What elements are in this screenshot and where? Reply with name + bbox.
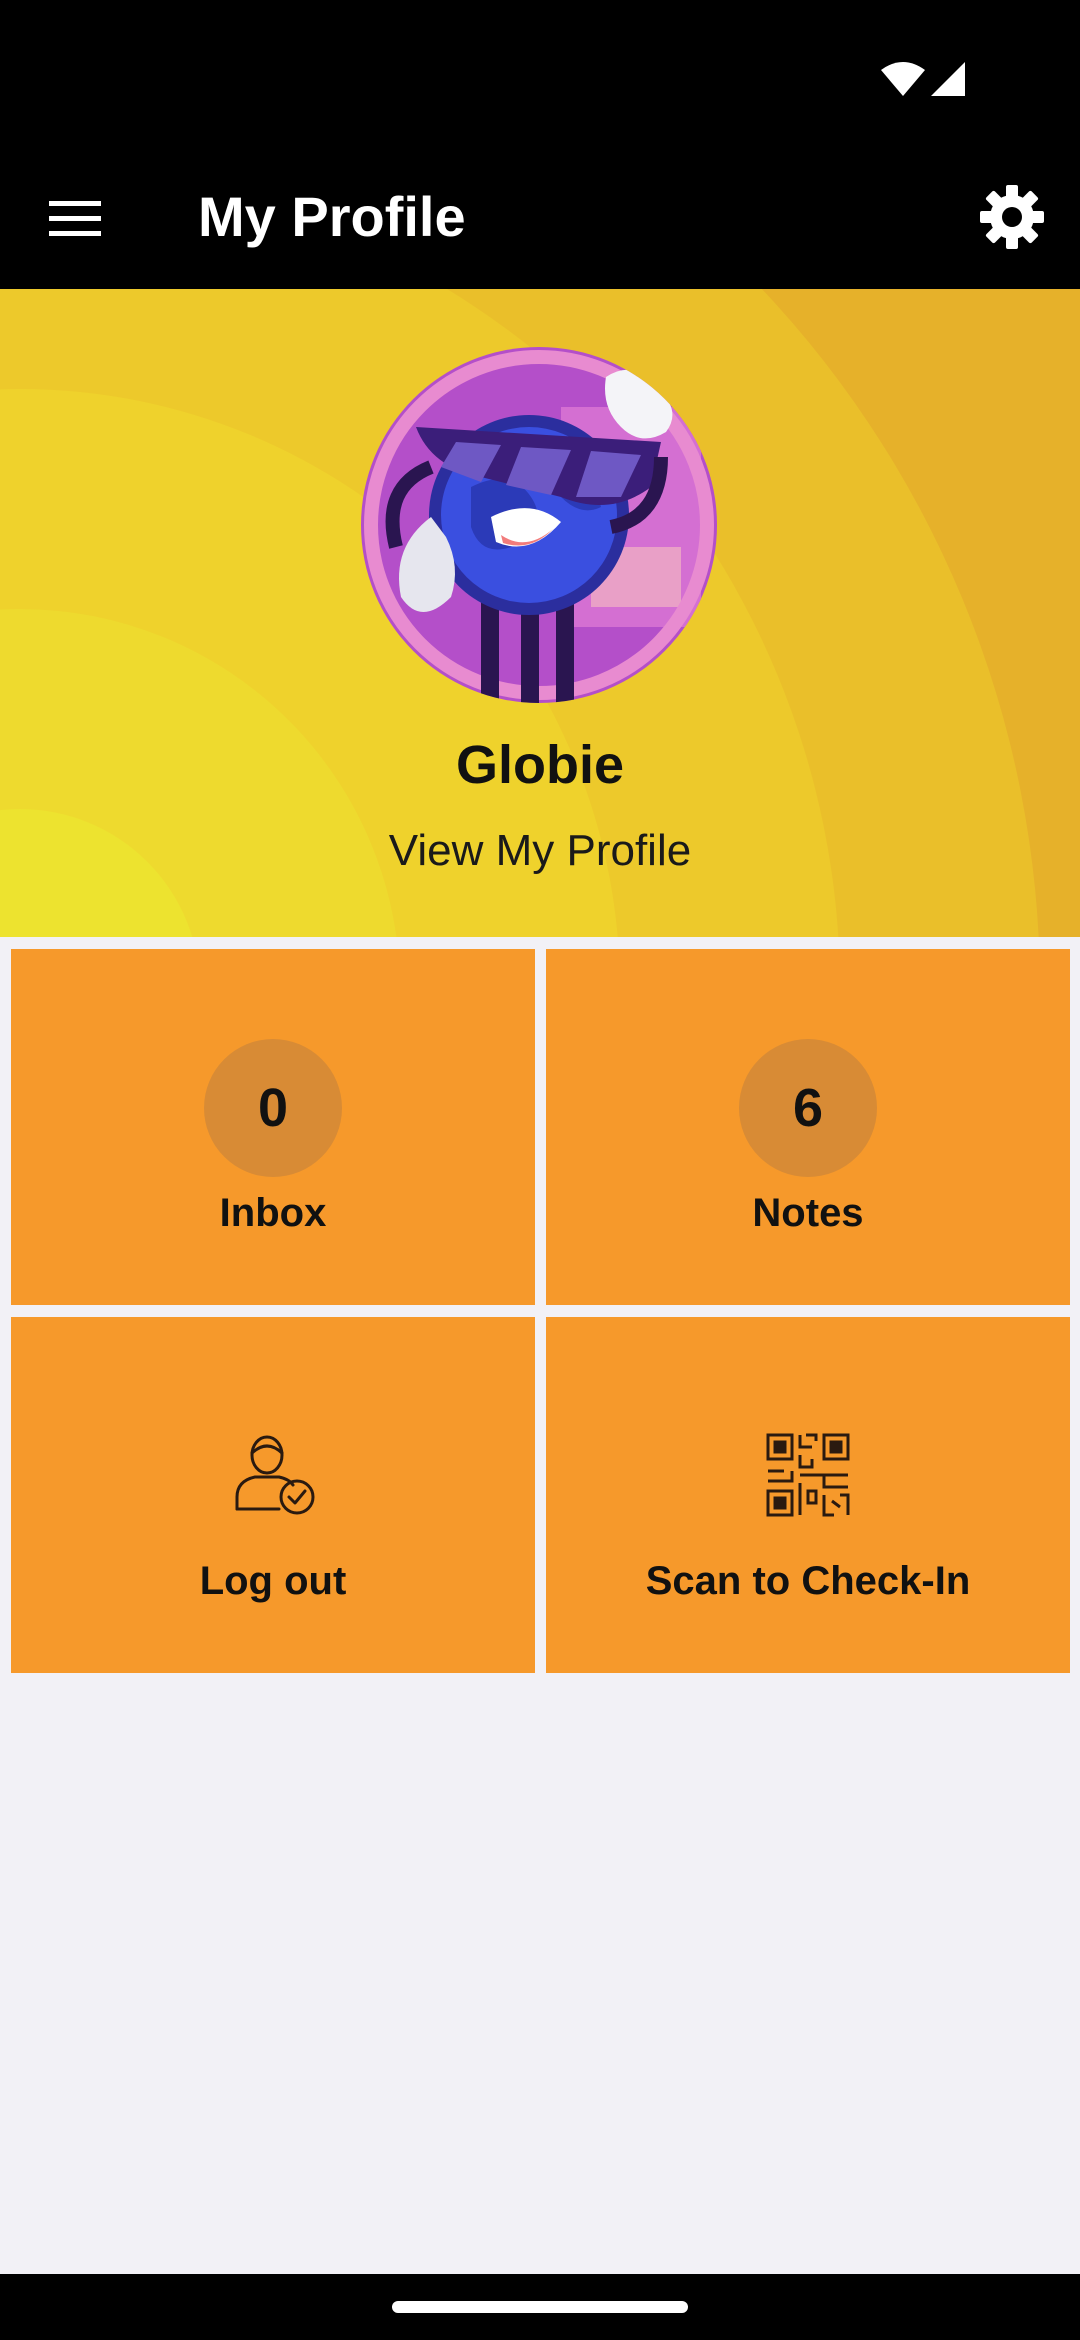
profile-banner: Globie View My Profile bbox=[0, 289, 1080, 937]
wifi-icon bbox=[881, 62, 925, 96]
hamburger-menu-icon bbox=[49, 201, 101, 236]
page-title: My Profile bbox=[198, 185, 466, 248]
notes-label: Notes bbox=[752, 1191, 864, 1235]
settings-button[interactable] bbox=[974, 179, 1050, 255]
scan-checkin-tile[interactable]: Scan to Check-In bbox=[546, 1317, 1070, 1673]
status-icons bbox=[881, 62, 965, 96]
home-gesture-handle[interactable] bbox=[392, 2301, 688, 2313]
view-profile-link[interactable]: View My Profile bbox=[0, 821, 1080, 881]
gear-icon bbox=[980, 185, 1044, 249]
logout-label: Log out bbox=[199, 1559, 347, 1603]
app-bar: My Profile bbox=[0, 145, 1080, 289]
globie-avatar-image bbox=[361, 347, 717, 703]
user-check-icon bbox=[235, 1435, 315, 1515]
status-bar bbox=[0, 0, 1080, 145]
qr-code-icon bbox=[766, 1433, 850, 1517]
notes-tile[interactable]: 6 Notes bbox=[546, 949, 1070, 1305]
menu-button[interactable] bbox=[40, 183, 110, 253]
notes-count-badge: 6 bbox=[739, 1039, 877, 1177]
logout-tile[interactable]: Log out bbox=[11, 1317, 535, 1673]
inbox-count-badge: 0 bbox=[204, 1039, 342, 1177]
profile-name: Globie bbox=[455, 735, 624, 795]
cellular-signal-icon bbox=[931, 62, 965, 96]
inbox-tile[interactable]: 0 Inbox bbox=[11, 949, 535, 1305]
scan-checkin-label: Scan to Check-In bbox=[645, 1559, 971, 1603]
inbox-label: Inbox bbox=[219, 1191, 327, 1235]
avatar[interactable] bbox=[361, 347, 717, 703]
system-navigation-bar bbox=[0, 2274, 1080, 2340]
